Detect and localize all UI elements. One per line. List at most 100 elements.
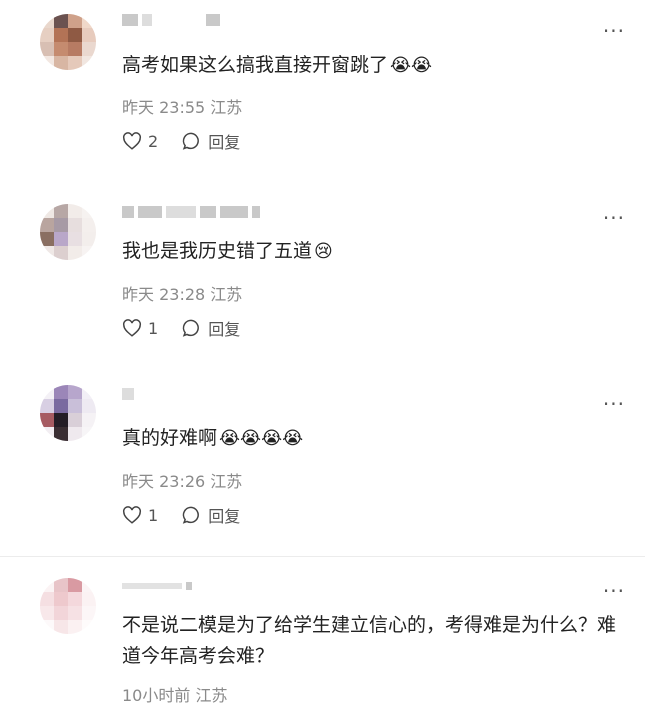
avatar-pixel xyxy=(82,28,96,42)
avatar-pixel xyxy=(40,620,54,634)
avatar-pixel xyxy=(54,385,68,399)
avatar-pixel xyxy=(40,56,54,70)
emoji: 😢 xyxy=(314,241,333,262)
avatar-pixel xyxy=(40,28,54,42)
avatar-pixel xyxy=(40,42,54,56)
like-button[interactable]: 1 xyxy=(122,506,158,525)
avatar[interactable] xyxy=(40,385,96,441)
avatar-pixel xyxy=(40,413,54,427)
avatar-pixel xyxy=(54,246,68,260)
more-options-icon[interactable]: ··· xyxy=(603,581,625,601)
emoji: 😭😭😭😭 xyxy=(219,428,304,449)
comment-text: 高考如果这么搞我直接开窗跳了 😭😭 xyxy=(122,50,621,81)
like-button[interactable]: 2 xyxy=(122,132,158,151)
avatar-pixel xyxy=(54,218,68,232)
avatar-pixel xyxy=(40,385,54,399)
comment-text: 不是说二模是为了给学生建立信心的，考得难是为什么？难道今年高考会难？ xyxy=(122,614,617,667)
avatar[interactable] xyxy=(40,204,96,260)
speech-bubble-icon xyxy=(182,319,200,337)
avatar-pixel xyxy=(54,14,68,28)
avatar-pixel xyxy=(68,578,82,592)
more-options-icon[interactable]: ··· xyxy=(603,21,625,41)
avatar-pixel xyxy=(54,606,68,620)
avatar-pixel xyxy=(68,232,82,246)
avatar-pixel xyxy=(40,232,54,246)
avatar-pixel xyxy=(68,28,82,42)
avatar-pixel xyxy=(68,399,82,413)
heart-outline-icon xyxy=(123,132,141,150)
username-blurred[interactable] xyxy=(122,204,260,220)
avatar-pixel xyxy=(82,204,96,218)
avatar-pixel xyxy=(54,399,68,413)
avatar-pixel xyxy=(82,232,96,246)
avatar-pixel xyxy=(82,385,96,399)
speech-bubble-icon xyxy=(182,506,200,524)
comment-meta: 昨天 23:28 江苏 xyxy=(122,285,243,304)
avatar-pixel xyxy=(40,606,54,620)
comment-text: 真的好难啊 😭😭😭😭 xyxy=(122,423,621,454)
avatar-pixel xyxy=(54,232,68,246)
username-blurred[interactable] xyxy=(122,578,192,594)
emoji: 😭😭 xyxy=(390,55,433,76)
avatar-pixel xyxy=(40,592,54,606)
avatar-pixel xyxy=(54,56,68,70)
avatar-pixel xyxy=(54,42,68,56)
comment-meta: 10小时前 江苏 xyxy=(122,686,228,705)
comment-text: 我也是我历史错了五道 😢 xyxy=(122,236,621,267)
avatar-pixel xyxy=(40,246,54,260)
comment-actions: 1 回复 xyxy=(122,503,264,527)
username-blurred[interactable] xyxy=(122,386,134,402)
avatar-pixel xyxy=(82,218,96,232)
avatar-pixel xyxy=(40,399,54,413)
comment-meta: 昨天 23:26 江苏 xyxy=(122,472,243,491)
heart-outline-icon xyxy=(123,319,141,337)
like-count: 1 xyxy=(148,505,159,525)
avatar-pixel xyxy=(82,592,96,606)
avatar-pixel xyxy=(68,246,82,260)
reply-button[interactable]: 回复 xyxy=(182,316,240,340)
avatar-pixel xyxy=(68,56,82,70)
avatar-pixel xyxy=(40,578,54,592)
avatar-pixel xyxy=(82,56,96,70)
avatar[interactable] xyxy=(40,14,96,70)
avatar-pixel xyxy=(40,204,54,218)
more-options-icon[interactable]: ··· xyxy=(603,394,625,414)
avatar-pixel xyxy=(54,620,68,634)
reply-button[interactable]: 回复 xyxy=(182,129,240,153)
avatar-pixel xyxy=(54,427,68,441)
speech-bubble-icon xyxy=(182,132,200,150)
comment-item: ··· 高考如果这么搞我直接开窗跳了 😭😭 昨天 23:55 江苏 2 回复 xyxy=(0,0,645,175)
avatar-pixel xyxy=(82,606,96,620)
avatar-pixel xyxy=(54,413,68,427)
avatar-pixel xyxy=(82,246,96,260)
reply-label: 回复 xyxy=(208,320,241,339)
divider xyxy=(0,556,645,557)
avatar[interactable] xyxy=(40,578,96,634)
avatar-pixel xyxy=(82,14,96,28)
avatar-pixel xyxy=(68,620,82,634)
avatar-pixel xyxy=(68,592,82,606)
like-button[interactable]: 1 xyxy=(122,319,158,338)
avatar-pixel xyxy=(82,427,96,441)
reply-label: 回复 xyxy=(208,133,241,152)
avatar-pixel xyxy=(82,620,96,634)
avatar-pixel xyxy=(40,427,54,441)
heart-outline-icon xyxy=(123,506,141,524)
username-blurred[interactable] xyxy=(122,12,220,28)
avatar-pixel xyxy=(68,413,82,427)
avatar-pixel xyxy=(82,42,96,56)
like-count: 2 xyxy=(148,131,159,151)
avatar-pixel xyxy=(68,427,82,441)
avatar-pixel xyxy=(68,606,82,620)
comment-meta: 昨天 23:55 江苏 xyxy=(122,98,243,117)
avatar-pixel xyxy=(54,592,68,606)
reply-label: 回复 xyxy=(208,507,241,526)
avatar-pixel xyxy=(54,578,68,592)
more-options-icon[interactable]: ··· xyxy=(603,208,625,228)
comment-actions: 2 回复 xyxy=(122,129,264,153)
avatar-pixel xyxy=(68,42,82,56)
avatar-pixel xyxy=(40,218,54,232)
reply-button[interactable]: 回复 xyxy=(182,503,240,527)
avatar-pixel xyxy=(54,28,68,42)
avatar-pixel xyxy=(68,14,82,28)
